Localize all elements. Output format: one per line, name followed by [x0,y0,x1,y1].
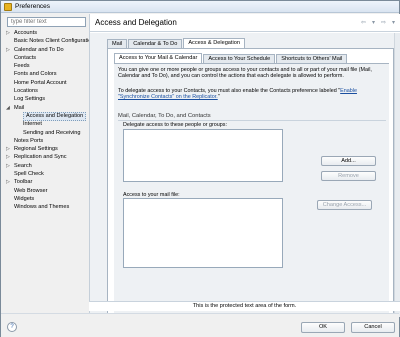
remove-button[interactable]: Remove [321,171,376,181]
tree-item-label: Basic Notes Client Configuration [14,38,95,45]
tree-item-label: Regional Settings [14,146,58,153]
tree-item[interactable]: Windows and Themes [3,203,88,211]
contacts-note-text: To delegate access to your Contacts, you… [118,88,341,94]
tab-access-mail-calendar[interactable]: Access to Your Mail & Calendar [114,53,203,63]
tree-item-label: Internet [23,121,42,128]
tree-item[interactable]: Notes Ports [3,137,88,145]
tree-item[interactable]: ◢ Mail [3,104,88,112]
protected-text-note: This is the protected text area of the f… [89,301,400,311]
tab-mail[interactable]: Mail [107,39,128,48]
app-icon [4,3,12,11]
help-icon[interactable]: ? [7,322,17,332]
tree-item-label: Locations [14,88,38,95]
tree-item-label: Replication and Sync [14,154,67,161]
inner-tabs: Access to Your Mail & Calendar Access to… [114,53,348,63]
contacts-note-end: " [217,94,220,101]
tree-item-label: Contacts [14,54,37,61]
access-list[interactable] [123,198,283,268]
outer-tab-pane: Access to Your Mail & Calendar Access to… [107,48,394,317]
filter-input[interactable] [7,17,86,27]
collapsed-arrow-icon[interactable]: ▷ [6,29,10,37]
panel-content: Mail Calendar & To Do Access & Delegatio… [90,33,400,317]
tree-item-label: Feeds [14,63,30,70]
tree-item[interactable]: Spell Check [3,170,88,178]
change-access-button[interactable]: Change Access... [317,200,372,210]
tree-item[interactable]: Web Browser [3,187,88,195]
tree-item-label: Search [14,162,32,169]
forward-icon[interactable]: ⇨ [381,19,386,26]
tree-item[interactable]: Basic Notes Client Configuration [3,37,95,45]
tab-access-schedule[interactable]: Access to Your Schedule [203,54,276,63]
ok-button[interactable]: OK [301,322,345,333]
tree-item-label: Notes Ports [14,137,44,144]
panel-header: Access and Delegation ⇦ ▾ ⇨ ▾ [90,14,400,32]
title-bar: Preferences [1,1,399,13]
vertical-scrollbar[interactable] [394,33,400,317]
tree-item-label: Sending and Receiving [23,129,81,136]
tree-item[interactable]: ▷ Toolbar [3,178,88,186]
cancel-button[interactable]: Cancel [351,322,395,333]
tree-item[interactable]: Contacts [3,54,88,62]
tree-item[interactable]: Feeds [3,62,88,70]
preference-panel: Access and Delegation ⇦ ▾ ⇨ ▾ Mail Calen… [89,14,400,317]
tree-item[interactable]: ▷ Accounts [3,29,88,37]
tree-item[interactable]: ▷ Calendar and To Do [3,46,88,54]
back-menu-icon[interactable]: ▾ [372,19,375,26]
tree-item-label: Accounts [14,30,38,36]
window-title: Preferences [15,3,51,10]
tree-item[interactable]: Fonts and Colors [3,70,88,78]
tree-item-label: Windows and Themes [14,204,70,211]
tree-item[interactable]: Access and Delegation [3,111,88,121]
tree-item[interactable]: Log Settings [3,95,88,103]
forward-menu-icon[interactable]: ▾ [392,19,395,26]
tree-item-label: Toolbar [14,179,33,186]
tree-item[interactable]: Internet [3,120,88,128]
outer-tabs: Mail Calendar & To Do Access & Delegatio… [107,38,246,48]
people-list[interactable] [123,129,283,182]
dialog-button-bar: ? OK Cancel [1,313,399,337]
tree-item-label: Widgets [14,195,35,202]
contacts-note: To delegate access to your Contacts, you… [118,88,386,101]
tab-shortcuts-others-mail[interactable]: Shortcuts to Others' Mail [276,54,348,63]
tree-item-label: Home Portal Account [14,79,67,86]
nav-icons: ⇦ ▾ ⇨ ▾ [361,19,395,26]
collapsed-arrow-icon[interactable]: ▷ [6,178,10,186]
tree-item-label: Mail [14,104,25,111]
tree-item-label: Spell Check [14,171,44,178]
back-icon[interactable]: ⇦ [361,19,366,26]
collapsed-arrow-icon[interactable]: ▷ [6,153,10,161]
tree-item-label: Web Browser [14,187,48,194]
preferences-tree: ▷ Accounts Basic Notes Client Configuratio… [3,29,95,212]
tree-item[interactable]: ▷ Search [3,162,88,170]
tree-item-label: Fonts and Colors [14,71,57,78]
inner-tab-pane: You can give one or more people or group… [114,63,389,317]
collapsed-arrow-icon[interactable]: ▷ [6,162,10,170]
section-title: Mail, Calendar, To Do, and Contacts [118,113,386,121]
collapsed-arrow-icon[interactable]: ▷ [6,145,10,153]
tree-item[interactable]: Widgets [3,195,88,203]
tree-item[interactable]: Locations [3,87,88,95]
tab-calendar-todo[interactable]: Calendar & To Do [128,39,183,48]
tree-item-label: Calendar and To Do [14,46,64,53]
preferences-window: Preferences ▷ Accounts Basic Notes Client … [0,0,400,337]
expanded-arrow-icon[interactable]: ◢ [6,104,10,112]
tree-item[interactable]: ▷ Regional Settings [3,145,88,153]
collapsed-arrow-icon[interactable]: ▷ [6,46,10,54]
tree-item[interactable]: ▷ Replication and Sync [3,153,88,161]
delegation-description: You can give one or more people or group… [118,67,372,80]
tab-access-delegation[interactable]: Access & Delegation [183,38,245,48]
add-button[interactable]: Add... [321,156,376,166]
tree-item[interactable]: Sending and Receiving [3,129,88,137]
people-label: Delegate access to these people or group… [123,122,227,128]
tree-item-label: Log Settings [14,96,46,103]
panel-title: Access and Delegation [95,18,177,27]
tree-item[interactable]: Home Portal Account [3,79,88,87]
